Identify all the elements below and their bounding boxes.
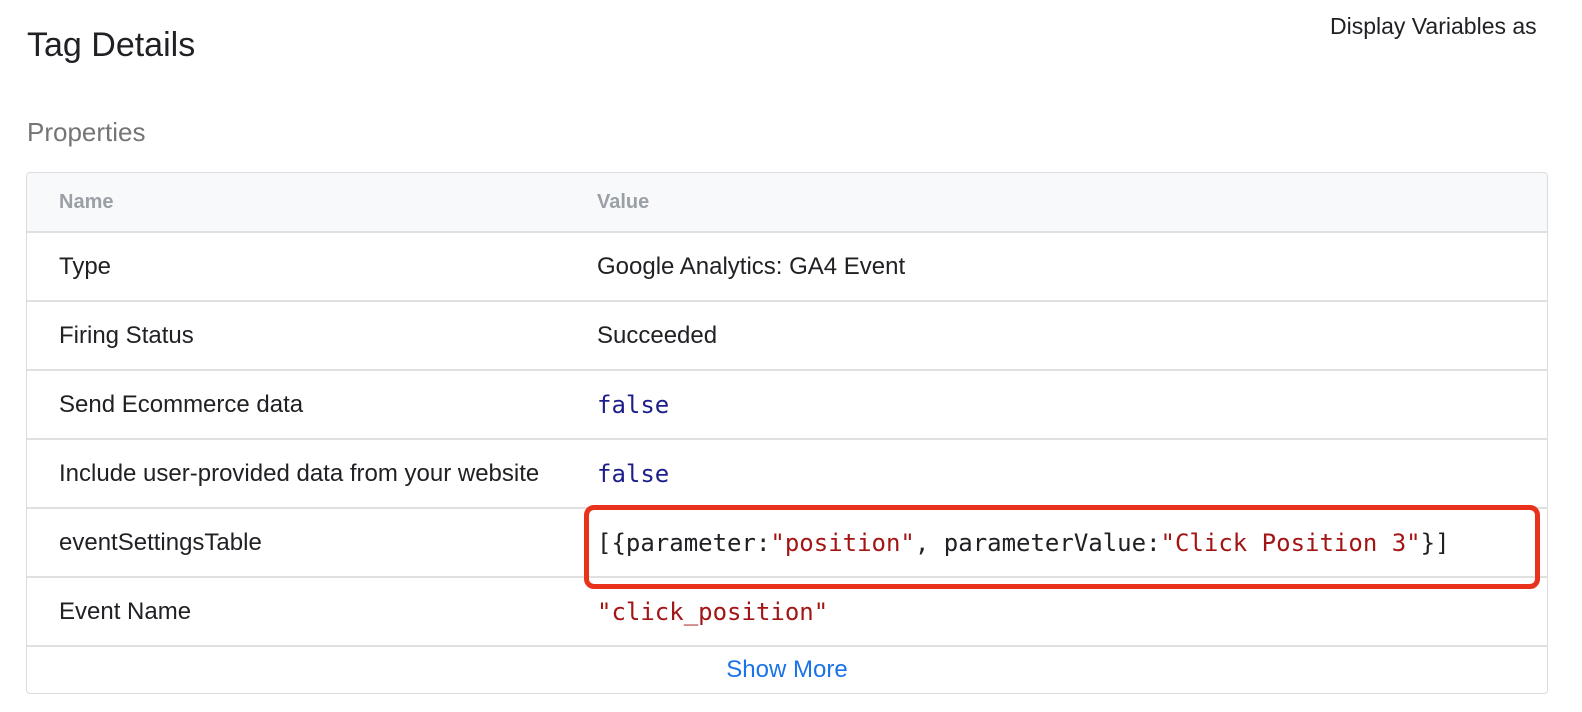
table-row: Type Google Analytics: GA4 Event (27, 233, 1547, 302)
table-row: eventSettingsTable [{parameter: "positio… (27, 509, 1547, 578)
column-header-name: Name (59, 190, 114, 213)
property-name: Firing Status (59, 321, 194, 349)
properties-section-title: Properties (27, 117, 146, 147)
table-row: Include user-provided data from your web… (27, 440, 1547, 509)
code-string-token: "position" (770, 528, 915, 557)
tag-details-page: Tag Details Display Variables as Propert… (0, 0, 1582, 712)
property-name: Send Ecommerce data (59, 390, 304, 418)
table-row: Event Name "click_position" (27, 578, 1547, 647)
show-more-row: Show More (27, 647, 1547, 693)
property-name: Include user-provided data from your web… (59, 459, 540, 487)
property-name: Type (59, 252, 112, 280)
page-title: Tag Details (27, 26, 196, 64)
property-value: "click_position" (597, 597, 829, 626)
table-header-row: Name Value (27, 173, 1547, 233)
property-value: Google Analytics: GA4 Event (597, 252, 906, 280)
property-value-code: [{parameter: "position", parameterValue:… (597, 509, 1450, 576)
properties-table: Name Value Type Google Analytics: GA4 Ev… (26, 172, 1548, 694)
property-value: Succeeded (597, 321, 718, 349)
property-name: eventSettingsTable (59, 528, 262, 556)
column-header-value: Value (597, 190, 650, 213)
property-value: false (597, 459, 670, 488)
table-row: Firing Status Succeeded (27, 302, 1547, 371)
code-token: }] (1420, 528, 1450, 557)
property-value: false (597, 390, 670, 419)
show-more-button[interactable]: Show More (726, 656, 847, 684)
property-name: Event Name (59, 597, 192, 625)
code-token: , parameterValue: (914, 528, 1161, 557)
display-variables-toggle-label[interactable]: Display Variables as (1330, 12, 1537, 40)
code-string-token: "Click Position 3" (1160, 528, 1421, 557)
code-token: [{parameter: (597, 528, 771, 557)
table-row: Send Ecommerce data false (27, 371, 1547, 440)
